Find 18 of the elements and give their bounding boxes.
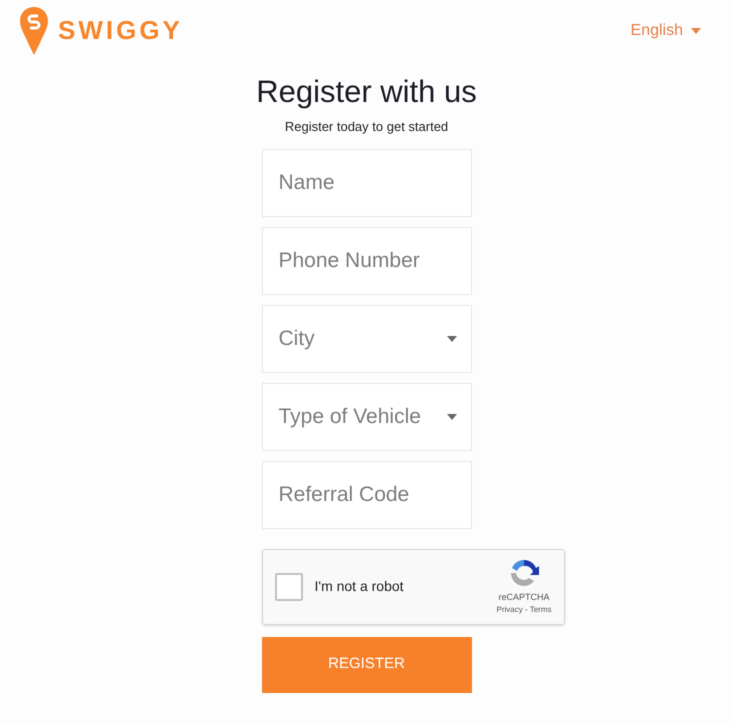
captcha-label: I'm not a robot bbox=[314, 577, 405, 596]
language-dropdown[interactable]: English bbox=[630, 18, 701, 42]
text-field[interactable]: Name bbox=[262, 148, 472, 216]
captcha-brand: reCAPTCHA bbox=[498, 590, 550, 604]
logo-text: SWIGGY bbox=[58, 14, 183, 47]
captcha-checkbox[interactable] bbox=[274, 572, 302, 600]
text-field[interactable]: Phone Number bbox=[262, 226, 472, 294]
caret-icon bbox=[446, 414, 456, 420]
page-title: Register with us bbox=[256, 73, 477, 111]
captcha-links[interactable]: Privacy - Terms bbox=[496, 604, 552, 616]
page-subtitle: Register today to get started bbox=[284, 118, 448, 136]
caret-icon bbox=[446, 336, 456, 342]
select-field[interactable]: City bbox=[262, 304, 472, 372]
register-button[interactable]: REGISTER bbox=[262, 636, 472, 692]
text-field[interactable]: Referral Code bbox=[262, 460, 472, 528]
select-field[interactable]: Type of Vehicle bbox=[262, 382, 472, 450]
logo-pin-icon bbox=[20, 6, 48, 54]
caret-icon bbox=[691, 28, 701, 34]
